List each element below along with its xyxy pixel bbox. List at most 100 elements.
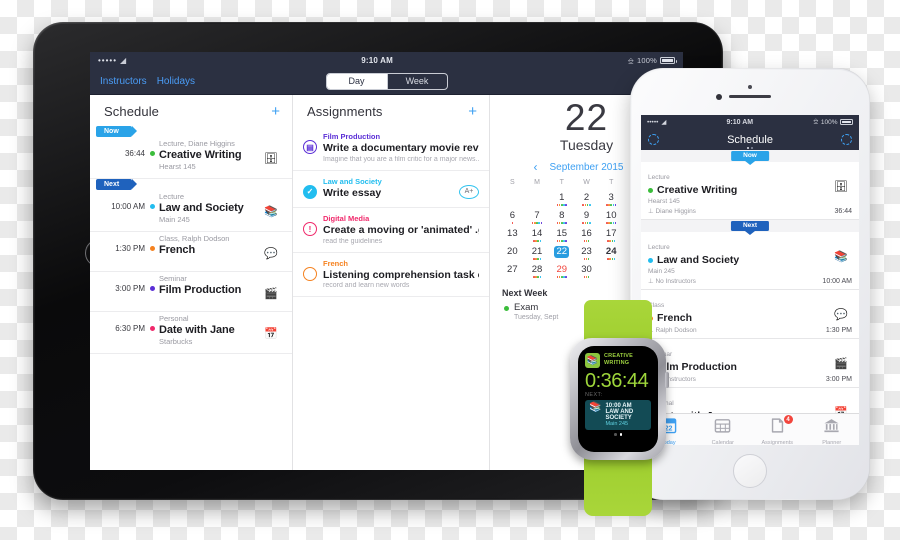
schedule-row[interactable]: 6:30 PM Personal Date with Jane Starbucks 📅 (90, 312, 292, 354)
calendar-day-27[interactable]: 27 (500, 259, 525, 276)
calendar-day-20[interactable]: 20 (500, 241, 525, 258)
iphone-schedule-row[interactable]: Lecture Creative Writing Hearst 145 ⊥ Diane… (641, 162, 859, 220)
schedule-row[interactable]: 1:30 PM Class, Ralph Dodson French 💬 (90, 232, 292, 272)
calendar-day-8[interactable]: 8 (549, 205, 574, 224)
next-tag: Next (90, 179, 292, 190)
calendar-day-29[interactable]: 29 (549, 259, 574, 278)
iphone-schedule-row[interactable]: Lecture Law and Society Main 245 ⊥ No Instr… (641, 232, 859, 290)
calendar-day-16[interactable]: 16 (574, 223, 599, 242)
calendar-day-number: 13 (507, 228, 518, 239)
tab-assignments[interactable]: Assignments 4 (750, 414, 805, 445)
tab-calendar[interactable]: Calendar (696, 414, 751, 445)
assignment-description: read the guidelines (323, 237, 383, 245)
calendar-day-24[interactable]: 24 (599, 241, 624, 260)
iphone-schedule-row[interactable]: SeminarFilm Production⊥ No Instructors3:… (641, 339, 859, 388)
check-icon[interactable]: ✓ (303, 184, 317, 199)
row-time: 10:00 AM (822, 278, 852, 285)
row-icon: 🎬 (834, 357, 848, 370)
iphone-schedule-row[interactable]: Class French ⊥ Ralph Dodson 1:30 PM 💬 (641, 290, 859, 339)
calendar-day-number: 1 (559, 192, 565, 203)
watch-card-title: LAW AND SOCIETY (605, 409, 634, 421)
calendar-weekday: T (559, 179, 564, 186)
row-meta-2: ⊥ No Instructors (648, 278, 696, 285)
refresh-icon[interactable] (841, 134, 852, 145)
schedule-row-title: Date with Jane (159, 324, 235, 336)
segment-day[interactable]: Day (326, 74, 387, 89)
calendar-day-number: 7 (534, 210, 540, 221)
assignment-title: Create a moving or 'animated' .gif i... (323, 224, 479, 236)
row-icon: 🗄 (834, 180, 848, 193)
calendar-day-21[interactable]: 21 (525, 241, 550, 260)
row-icon: 📚 (834, 250, 848, 263)
watch-next-card[interactable]: 📚 10:00 AM LAW AND SOCIETY Main 245 (585, 400, 651, 430)
watch-card-loc: Main 245 (605, 421, 629, 427)
add-event-button[interactable]: + (271, 104, 280, 119)
iphone-home-button[interactable] (733, 454, 767, 488)
calendar-day-1[interactable]: 1 (549, 187, 574, 206)
calendar-day-3[interactable]: 3 (599, 187, 624, 206)
schedule-row[interactable]: 3:00 PM Seminar Film Production 🎬 (90, 272, 292, 312)
calendar-day-14[interactable]: 14 (525, 223, 550, 242)
iphone-tab-bar: 22 Today Calendar Assignments 4 Planner (641, 413, 859, 445)
assignment-description: Imagine that you are a film critic for a… (323, 155, 479, 163)
assignment-row[interactable]: ! Digital Media Create a moving or 'animat… (293, 208, 489, 253)
schedule-row-location: Starbucks (159, 337, 193, 346)
schedule-row-title: Film Production (159, 284, 242, 296)
assignment-row[interactable]: FrenchListening comprehension task on...… (293, 253, 489, 297)
calendar-day-13[interactable]: 13 (500, 223, 525, 240)
calendar-day-number: 16 (581, 228, 592, 239)
assignment-title: Write a documentary movie review (323, 142, 479, 154)
planner-icon (823, 419, 840, 438)
page-indicator (747, 146, 753, 149)
calendar-day-number: 28 (531, 264, 543, 275)
circle-icon[interactable] (303, 266, 317, 281)
calendar-day-number: 22 (554, 246, 570, 258)
nav-link-instructors[interactable]: Instructors (100, 76, 147, 87)
signal-dots-icon: ••••• (647, 118, 659, 126)
gear-icon[interactable] (648, 134, 659, 145)
calendar-day-22[interactable]: 22 (549, 241, 574, 260)
calendar-day-number: 15 (556, 228, 568, 239)
assignment-row[interactable]: ✓ Law and Society Write essay A+ (293, 171, 489, 208)
calendar-day-number: 3 (608, 192, 614, 203)
calendar-day-7[interactable]: 7 (525, 205, 550, 224)
schedule-row-icon: 📚 (264, 205, 278, 218)
next-week-item-sub: Tuesday, Sept (514, 314, 559, 321)
battery-icon (840, 119, 853, 125)
doc-icon[interactable]: ▤ (303, 140, 317, 154)
schedule-row[interactable]: 36:44 Lecture, Diane Higgins Creative Writ… (90, 137, 292, 179)
day-week-segmented-control[interactable]: Day Week (325, 73, 448, 90)
calendar-day-17[interactable]: 17 (599, 223, 624, 242)
schedule-row[interactable]: 10:00 AM Lecture Law and Society Main 245 📚 (90, 190, 292, 232)
calendar-day-30[interactable]: 30 (574, 259, 599, 278)
calendar-day-28[interactable]: 28 (525, 259, 550, 278)
calendar-day-9[interactable]: 9 (574, 205, 599, 224)
row-icon: 💬 (834, 308, 848, 321)
course-color-dot-icon (150, 286, 155, 291)
assignment-row[interactable]: ▤ Film Production Write a documentary movi… (293, 126, 489, 171)
tag-now-label: Now (96, 126, 137, 137)
assignment-description: record and learn new words (323, 282, 410, 289)
assignments-list: ▤ Film Production Write a documentary movi… (293, 126, 489, 297)
schedule-column: Schedule + Now 36:44 Lecture, Diane Higgin… (90, 95, 293, 470)
earpiece-speaker-icon (729, 95, 771, 99)
calendar-day-6[interactable]: 6 (500, 205, 525, 224)
tab-planner[interactable]: Planner (805, 414, 860, 445)
schedule-row-subtitle: Class, Ralph Dodson (159, 234, 230, 243)
calendar-day-2[interactable]: 2 (574, 187, 599, 206)
calendar-day-15[interactable]: 15 (549, 223, 574, 242)
alert-icon[interactable]: ! (303, 222, 317, 236)
calendar-day-23[interactable]: 23 (574, 241, 599, 260)
row-meta-1: Main 245 (648, 268, 675, 275)
schedule-row-location: Main 245 (159, 215, 190, 224)
nav-link-holidays[interactable]: Holidays (157, 76, 195, 87)
add-assignment-button[interactable]: + (468, 104, 477, 119)
segment-week[interactable]: Week (386, 74, 447, 89)
prev-month-button[interactable]: ‹ (534, 160, 538, 174)
assignments-header: Assignments + (293, 95, 489, 126)
calendar-day-10[interactable]: 10 (599, 205, 624, 224)
calendar-day-number: 27 (507, 264, 518, 275)
schedule-row-title: Law and Society (159, 202, 244, 214)
assignment-category: Film Production (323, 132, 381, 141)
calendar-day-number: 6 (509, 210, 515, 221)
